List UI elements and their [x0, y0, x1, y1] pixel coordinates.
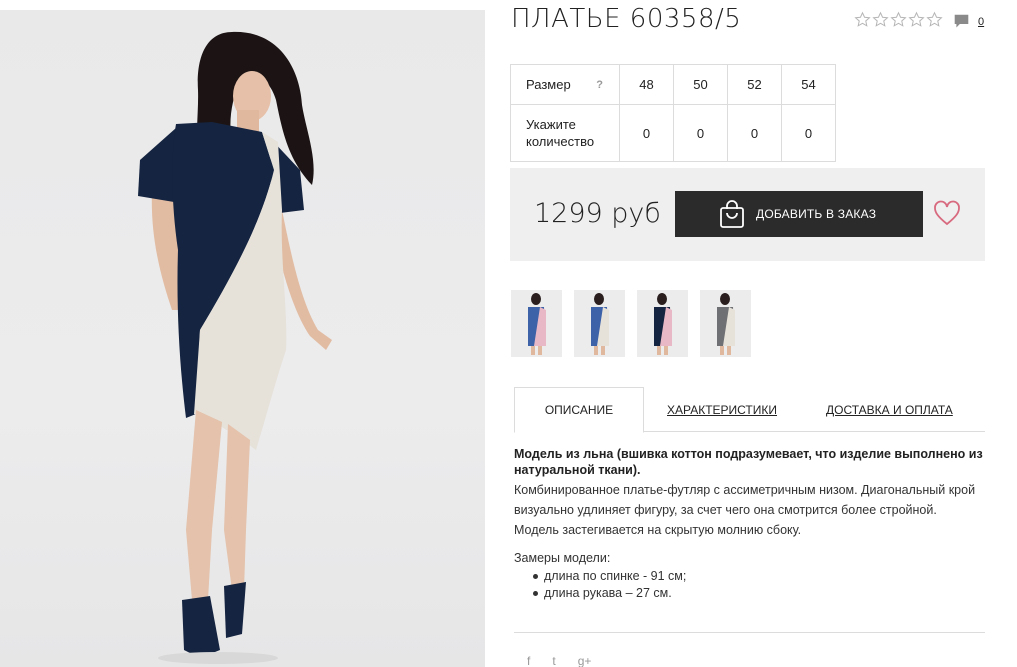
- comments-link[interactable]: 0: [953, 13, 984, 30]
- star-icon[interactable]: [890, 11, 907, 28]
- thumbnail-gray-white[interactable]: [700, 290, 751, 357]
- list-item: длина рукава – 27 см.: [514, 585, 984, 602]
- star-icon[interactable]: [908, 11, 925, 28]
- tab-description[interactable]: ОПИСАНИЕ: [514, 387, 644, 433]
- quantity-label: Укажите количество: [510, 104, 620, 162]
- description-bold-intro: Модель из льна (вшивка коттон подразумев…: [514, 447, 983, 477]
- comment-bubble-icon: [953, 13, 970, 30]
- add-to-order-label: ДОБАВИТЬ В ЗАКАЗ: [756, 207, 877, 221]
- star-icon[interactable]: [854, 11, 871, 28]
- quantity-row: Укажите количество 0 0 0 0: [510, 104, 836, 162]
- product-title: ПЛАТЬЕ 60358/5: [511, 4, 742, 34]
- quantity-input-48[interactable]: 0: [619, 104, 674, 162]
- quantity-input-54[interactable]: 0: [781, 104, 836, 162]
- quantity-input-52[interactable]: 0: [727, 104, 782, 162]
- product-price: 1299 руб: [534, 198, 661, 229]
- product-tabs: ОПИСАНИЕ ХАРАКТЕРИСТИКИ ДОСТАВКА И ОПЛАТ…: [514, 387, 985, 433]
- thumbnail-blue-pink[interactable]: [511, 290, 562, 357]
- price-box: 1299 руб ДОБАВИТЬ В ЗАКАЗ: [510, 168, 985, 261]
- shopping-bag-icon: [718, 199, 746, 229]
- measures-label: Замеры модели:: [514, 551, 611, 565]
- description-text: Комбинированное платье-футляр с ассиметр…: [514, 483, 976, 537]
- size-help-icon[interactable]: ?: [596, 77, 603, 94]
- google-plus-icon[interactable]: g+: [578, 654, 592, 667]
- divider: [514, 632, 985, 633]
- size-label: Размер: [526, 77, 571, 92]
- size-50: 50: [673, 64, 728, 105]
- color-thumbnails: [511, 290, 751, 357]
- heart-icon[interactable]: [933, 200, 961, 226]
- product-description: Модель из льна (вшивка коттон подразумев…: [514, 446, 984, 602]
- twitter-icon[interactable]: t: [552, 654, 555, 667]
- size-52: 52: [727, 64, 782, 105]
- star-icon[interactable]: [926, 11, 943, 28]
- quantity-input-50[interactable]: 0: [673, 104, 728, 162]
- size-row: Размер ? 48 50 52 54: [510, 64, 836, 105]
- size-54: 54: [781, 64, 836, 105]
- tab-delivery-payment[interactable]: ДОСТАВКА И ОПЛАТА: [826, 387, 953, 433]
- measures-list: длина по спинке - 91 см; длина рукава – …: [514, 568, 984, 602]
- add-to-order-button[interactable]: ДОБАВИТЬ В ЗАКАЗ: [675, 191, 923, 237]
- list-item: длина по спинке - 91 см;: [514, 568, 984, 585]
- size-quantity-table: Размер ? 48 50 52 54 Укажите количество …: [510, 64, 836, 162]
- rating-stars[interactable]: [854, 11, 943, 28]
- thumbnail-navy-pink[interactable]: [637, 290, 688, 357]
- size-label-cell: Размер ?: [510, 64, 620, 105]
- star-icon[interactable]: [872, 11, 889, 28]
- tab-characteristics[interactable]: ХАРАКТЕРИСТИКИ: [667, 387, 777, 433]
- comment-count[interactable]: 0: [978, 16, 984, 28]
- size-48: 48: [619, 64, 674, 105]
- thumbnail-blue-white[interactable]: [574, 290, 625, 357]
- product-main-photo[interactable]: [0, 10, 485, 667]
- social-share: f t g+: [527, 654, 591, 667]
- facebook-icon[interactable]: f: [527, 654, 530, 667]
